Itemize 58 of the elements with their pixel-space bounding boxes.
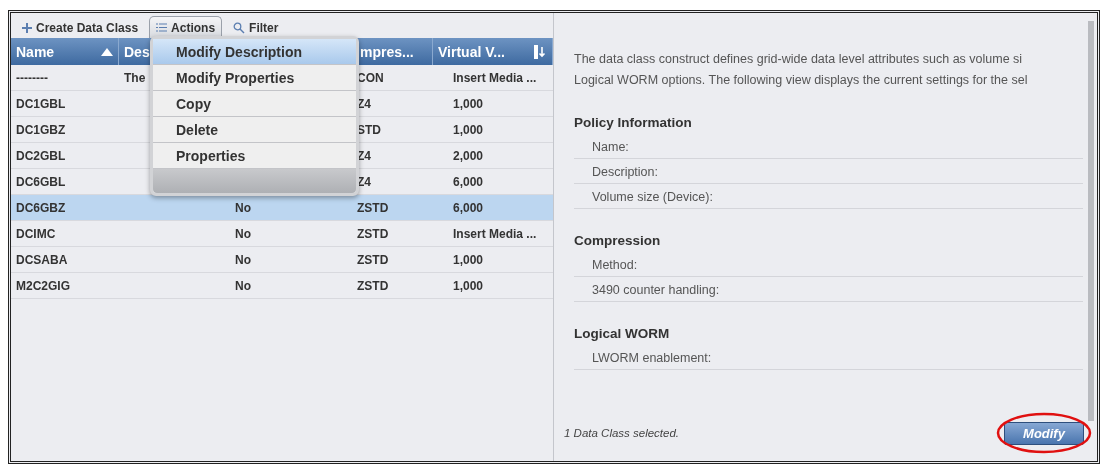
table-cell-text: ZSTD	[357, 225, 389, 243]
scrollbar[interactable]	[1087, 21, 1095, 421]
table-cell-text: No	[235, 277, 251, 295]
section-heading: Compression	[574, 233, 662, 248]
table-cell-text: DC6GBL	[16, 173, 66, 191]
field-label: Volume size (Device):	[574, 184, 1083, 209]
create-tab[interactable]: Create Data Class	[15, 16, 146, 38]
description-text: The data class construct defines grid-wide data level attributes such as volume si	[574, 51, 1024, 68]
table-cell-text: 1,000	[453, 95, 484, 113]
menu-item[interactable]: Copy	[153, 91, 356, 117]
description-text: Logical WORM options. The following view displays the current settings for the sel	[574, 72, 1029, 89]
plus-icon	[22, 22, 32, 33]
table-cell-text: DCIMC	[16, 225, 56, 243]
table-cell-text: No	[235, 251, 251, 269]
table-cell-text: DC1GBL	[16, 95, 66, 113]
table-cell-text: ZSTD	[357, 251, 389, 269]
column-header[interactable]: mpres...	[355, 38, 433, 65]
table-cell-text: 1,000	[453, 121, 484, 139]
column-header[interactable]: Name	[11, 38, 119, 65]
table-cell-text: ZSTD	[357, 277, 389, 295]
field-label: Name:	[574, 134, 1083, 159]
table-cell-text: 1,000	[453, 251, 484, 269]
section-heading: Policy Information	[574, 115, 693, 130]
table-cell-text: No	[235, 199, 251, 217]
section-heading: Logical WORM	[574, 326, 671, 341]
table-cell-text: No	[235, 225, 251, 243]
table-cell-text: --------	[16, 69, 48, 87]
list-icon	[156, 23, 168, 32]
table-cell-text: DCSABA	[16, 251, 68, 269]
actions-tab[interactable]: Actions	[149, 16, 223, 38]
status-text: 1 Data Class selected.	[564, 427, 680, 439]
table-cell-text: DC1GBZ	[16, 121, 66, 139]
table-cell-text: 2,000	[453, 147, 484, 165]
menu-item[interactable]: Delete	[153, 117, 356, 143]
table-cell-text: Insert Media ...	[453, 69, 537, 87]
column-chooser-icon[interactable]	[534, 44, 547, 59]
table-cell-text: 1,000	[453, 277, 484, 295]
table-row[interactable]: DCSABA No ZSTD 1,000	[11, 247, 553, 273]
search-icon	[233, 21, 246, 34]
table-row[interactable]: M2C2GIG No ZSTD 1,000	[11, 273, 553, 299]
menu-item[interactable]: Modify Description	[153, 39, 356, 65]
table-cell-text: Insert Media ...	[453, 225, 537, 243]
table-cell-text: 6,000	[453, 199, 484, 217]
table-row[interactable]: DC6GBZ No ZSTD 6,000	[11, 195, 553, 221]
menu-item[interactable]: Modify Properties	[153, 65, 356, 91]
table-cell-text: DC2GBL	[16, 147, 66, 165]
column-header[interactable]: Virtual V...	[433, 38, 553, 65]
field-label: Method:	[574, 252, 1083, 277]
table-cell-text: 6,000	[453, 173, 484, 191]
filter-tab[interactable]: Filter	[226, 16, 286, 38]
field-label: Description:	[574, 159, 1083, 184]
table-cell-text: ZSTD	[357, 199, 389, 217]
table-cell-text: DC6GBZ	[16, 199, 66, 217]
table-row[interactable]: DCIMC No ZSTD Insert Media ...	[11, 221, 553, 247]
field-label: LWORM enablement:	[574, 345, 1083, 370]
table-cell-text: M2C2GIG	[16, 277, 70, 295]
table-cell-text: The	[124, 69, 146, 87]
field-label: 3490 counter handling:	[574, 277, 1083, 302]
